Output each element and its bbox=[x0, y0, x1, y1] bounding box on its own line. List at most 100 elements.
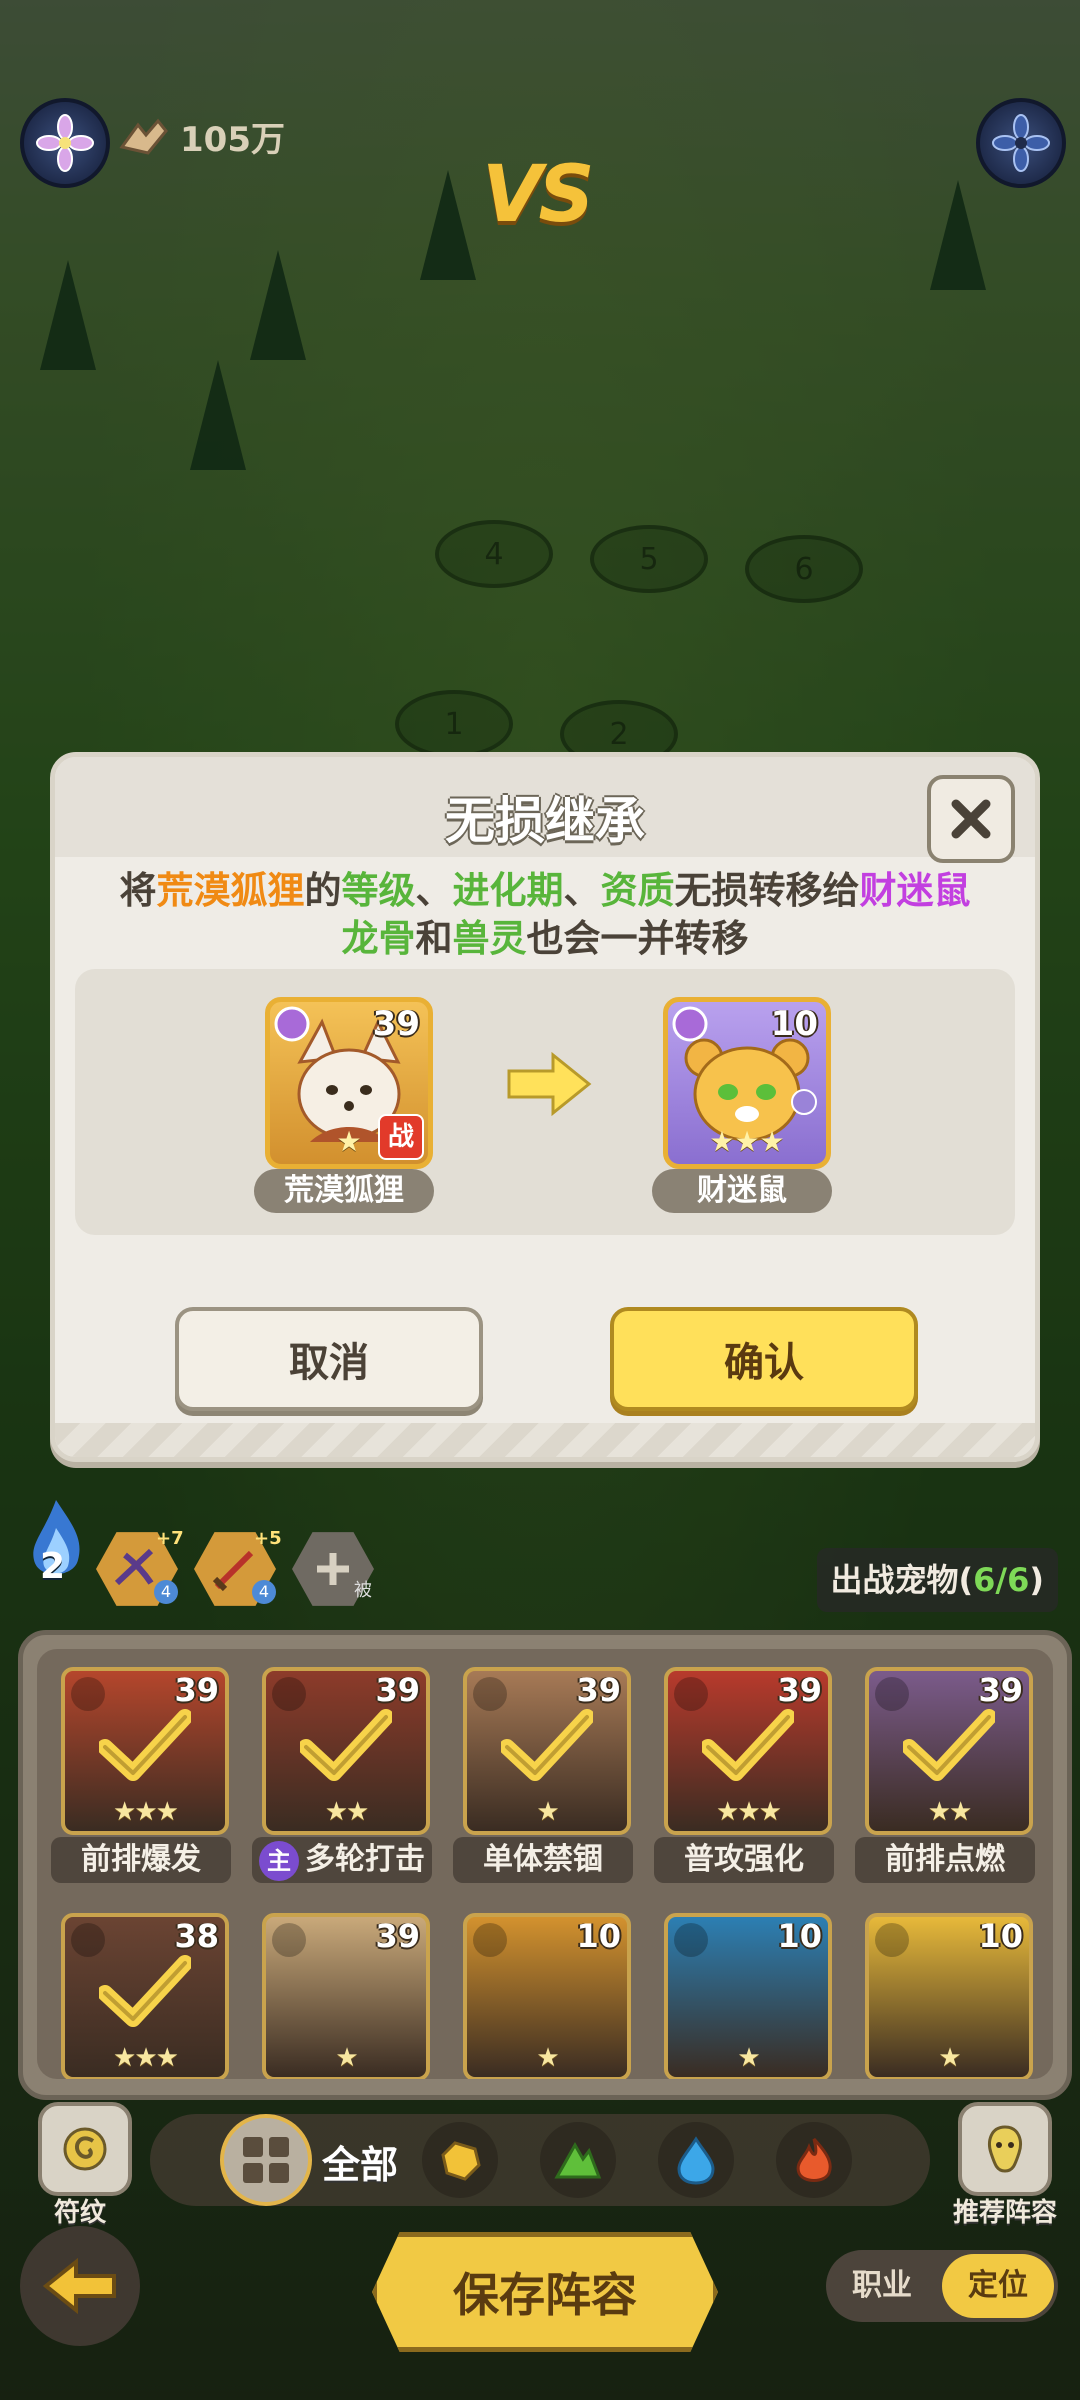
roster-pet-card[interactable]: 10 ★ bbox=[664, 1913, 832, 2079]
pet-role-label: 前排点燃 bbox=[855, 1837, 1035, 1883]
flower-icon bbox=[992, 114, 1050, 172]
recommend-lineup-label: 推荐阵容 bbox=[952, 2198, 1057, 2228]
water-drop-icon bbox=[677, 2136, 715, 2185]
element-icon bbox=[674, 1677, 708, 1711]
pet-role-text: 多轮打击 bbox=[305, 1842, 425, 1877]
rune-button[interactable] bbox=[38, 2102, 132, 2196]
save-lineup-button[interactable]: 保存阵容 bbox=[372, 2232, 718, 2352]
checkmark-icon bbox=[903, 1709, 995, 1781]
fist-element-icon bbox=[441, 2141, 481, 2181]
arrow-right-icon bbox=[507, 1051, 592, 1117]
roster-pet-card[interactable]: 39 ★★★ bbox=[664, 1667, 832, 1835]
pet-level: 38 bbox=[174, 1917, 219, 1955]
description-segment: 龙骨 bbox=[341, 917, 416, 960]
vs-label: VS bbox=[482, 150, 595, 240]
plus-icon bbox=[317, 1553, 349, 1585]
target-pet-name: 财迷鼠 bbox=[652, 1169, 832, 1213]
paw-power-icon bbox=[119, 118, 168, 155]
description-line-2: 龙骨和兽灵也会一并转移 bbox=[55, 915, 1035, 963]
rune-icon bbox=[63, 2127, 107, 2171]
pet-count-label: 出战宠物( bbox=[830, 1561, 974, 1599]
cancel-button[interactable]: 取消 bbox=[175, 1307, 483, 1411]
checkmark-icon bbox=[501, 1709, 593, 1781]
source-pet-level: 39 bbox=[372, 1004, 420, 1044]
enemy-emblem-icon[interactable] bbox=[976, 98, 1066, 188]
description-segment: 和 bbox=[415, 917, 453, 960]
recommend-lineup-button[interactable] bbox=[958, 2102, 1052, 2196]
deployed-pet-count: 出战宠物(6/6) bbox=[816, 1548, 1058, 1612]
source-pet-name: 荒漠狐狸 bbox=[254, 1169, 434, 1213]
rune-badge: 4 bbox=[252, 1580, 276, 1604]
back-button[interactable] bbox=[20, 2226, 140, 2346]
pet-role-label: 前排爆发 bbox=[51, 1837, 231, 1883]
element-icon bbox=[71, 1923, 105, 1957]
filter-grass-button[interactable] bbox=[540, 2122, 616, 2198]
target-pet-stars: ★★★ bbox=[709, 1125, 785, 1158]
flower-icon bbox=[36, 114, 94, 172]
description-segment: 的 bbox=[304, 869, 342, 912]
pet-role-label: 主多轮打击 bbox=[252, 1837, 432, 1883]
checkmark-icon bbox=[99, 1955, 191, 2027]
combat-power: 105万 bbox=[118, 112, 285, 161]
description-segment: 也会一并转移 bbox=[526, 917, 749, 960]
roster-pet-card[interactable]: 39 ★ bbox=[463, 1667, 631, 1835]
rune-level: +7 bbox=[156, 1528, 184, 1549]
element-icon bbox=[674, 1923, 708, 1957]
dialog-description: 将荒漠狐狸的等级、进化期、资质无损转移给财迷鼠 龙骨和兽灵也会一并转移 bbox=[55, 867, 1035, 963]
pet-level: 10 bbox=[777, 1917, 822, 1955]
player-emblem-icon[interactable] bbox=[20, 98, 110, 188]
dialog-footer-pattern bbox=[55, 1423, 1035, 1457]
sort-by-position-tab[interactable]: 定位 bbox=[942, 2254, 1054, 2318]
checkmark-icon bbox=[702, 1709, 794, 1781]
pet-stars: ★★★ bbox=[113, 1797, 179, 1827]
pet-level: 10 bbox=[978, 1917, 1023, 1955]
filter-all-label: 全部 bbox=[322, 2143, 399, 2187]
filter-water-button[interactable] bbox=[658, 2122, 734, 2198]
target-pet-level: 10 bbox=[770, 1004, 818, 1044]
power-value: 105万 bbox=[180, 120, 285, 160]
description-segment: 将 bbox=[119, 869, 157, 912]
pet-level: 39 bbox=[978, 1671, 1023, 1709]
element-icon bbox=[272, 1923, 306, 1957]
inherit-dialog: 无损继承 将荒漠狐狸的等级、进化期、资质无损转移给财迷鼠 龙骨和兽灵也会一并转移… bbox=[50, 752, 1040, 1462]
roster-pet-card[interactable]: 39 ★★ bbox=[262, 1667, 430, 1835]
description-segment: 等级 bbox=[341, 869, 416, 912]
description-segment: 兽灵 bbox=[452, 917, 527, 960]
checkmark-icon bbox=[99, 1709, 191, 1781]
battle-tag: 战 bbox=[378, 1114, 424, 1160]
filter-earth-button[interactable] bbox=[422, 2122, 498, 2198]
spirit-helper-icon bbox=[988, 2125, 1022, 2173]
pet-level: 39 bbox=[375, 1917, 420, 1955]
sort-by-job-tab[interactable]: 职业 bbox=[826, 2250, 938, 2322]
pet-level: 39 bbox=[576, 1671, 621, 1709]
roster-pet-card[interactable]: 10 ★ bbox=[865, 1913, 1033, 2079]
confirm-button[interactable]: 确认 bbox=[610, 1307, 918, 1411]
dialog-title: 无损继承 bbox=[445, 792, 645, 850]
spirit-count: 2 bbox=[40, 1546, 66, 1587]
element-icon bbox=[473, 1677, 507, 1711]
description-segment: 资质 bbox=[600, 869, 675, 912]
description-line-1: 将荒漠狐狸的等级、进化期、资质无损转移给财迷鼠 bbox=[55, 867, 1035, 915]
roster-pet-card[interactable]: 39 ★ bbox=[262, 1913, 430, 2079]
roster-pet-card[interactable]: 39 ★★★ bbox=[61, 1667, 229, 1835]
close-icon bbox=[951, 799, 991, 839]
pet-stars: ★ bbox=[536, 2043, 559, 2073]
element-icon bbox=[272, 1677, 306, 1711]
rune-level: +5 bbox=[254, 1528, 282, 1549]
roster-pet-card[interactable]: 10 ★ bbox=[463, 1913, 631, 2079]
description-segment: 无损转移给 bbox=[674, 869, 860, 912]
description-segment: 、 bbox=[415, 869, 453, 912]
mountain-element-icon bbox=[554, 2141, 602, 2179]
close-button[interactable] bbox=[927, 775, 1015, 863]
target-pet-card: 10 ★★★ bbox=[663, 997, 831, 1169]
filter-all-button[interactable] bbox=[220, 2114, 312, 2206]
roster-pet-card[interactable]: 38 ★★★ bbox=[61, 1913, 229, 2079]
pet-level: 39 bbox=[375, 1671, 420, 1709]
pet-level: 39 bbox=[174, 1671, 219, 1709]
grid-icon bbox=[243, 2137, 289, 2183]
element-icon bbox=[875, 1677, 909, 1711]
roster-pet-card[interactable]: 39 ★★ bbox=[865, 1667, 1033, 1835]
filter-fire-button[interactable] bbox=[776, 2122, 852, 2198]
element-icon bbox=[71, 1677, 105, 1711]
pet-stars: ★ bbox=[737, 2043, 760, 2073]
